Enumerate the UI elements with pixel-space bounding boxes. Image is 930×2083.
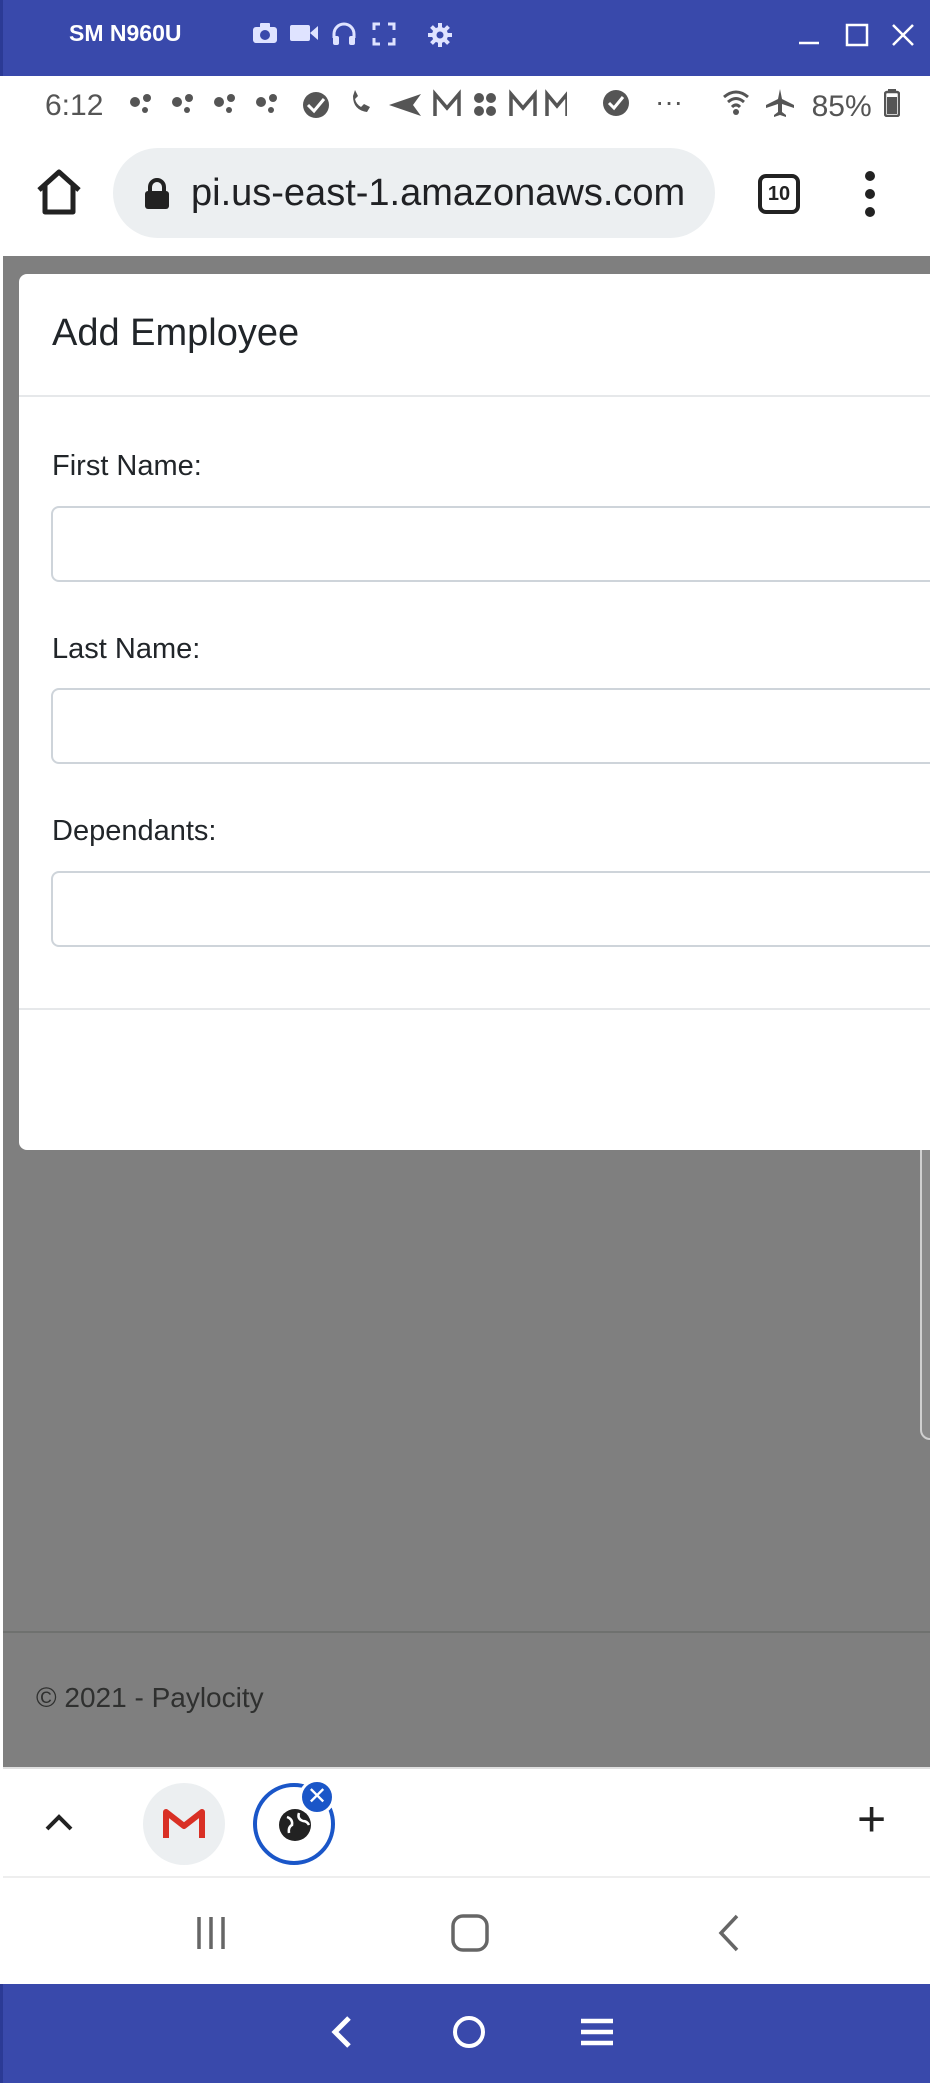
gmail-tab-icon[interactable]	[143, 1783, 225, 1865]
close-icon[interactable]	[883, 18, 923, 58]
chevron-up-icon[interactable]	[41, 1805, 77, 1841]
new-tab-button[interactable]: +	[857, 1789, 886, 1849]
footer-divider	[3, 1631, 930, 1633]
status-time: 6:12	[45, 89, 104, 122]
back-button-icon[interactable]	[321, 2010, 365, 2054]
camera-icon[interactable]	[250, 22, 280, 52]
add-employee-modal: Add Employee First Name: Last Name: Depe…	[19, 274, 930, 1150]
url-text[interactable]: pi.us-east-1.amazonaws.com	[191, 172, 711, 215]
back-nav-icon[interactable]	[705, 1908, 755, 1958]
emulator-control-bar	[0, 1984, 930, 2083]
tab-switcher-button[interactable]: 10	[758, 174, 800, 214]
battery-icon	[883, 89, 901, 125]
more-options-icon[interactable]	[855, 164, 885, 224]
airplane-icon	[765, 88, 795, 126]
fullscreen-icon[interactable]	[369, 22, 399, 52]
modal-footer-divider	[19, 1008, 930, 1010]
notification-icons	[127, 88, 569, 129]
headphones-icon[interactable]	[329, 22, 359, 52]
dependants-label: Dependants:	[52, 815, 217, 847]
home-nav-icon[interactable]	[445, 1908, 495, 1958]
address-bar[interactable]: pi.us-east-1.amazonaws.com	[113, 148, 715, 238]
home-icon[interactable]	[31, 164, 87, 220]
last-name-input[interactable]	[51, 688, 930, 764]
status-right: 85%	[722, 88, 901, 126]
more-notifications: ···	[655, 86, 683, 117]
window-title: SM N960U	[69, 20, 182, 46]
video-icon[interactable]	[289, 22, 319, 52]
modal-header: Add Employee	[19, 274, 930, 397]
home-button-icon[interactable]	[447, 2010, 491, 2054]
maximize-icon[interactable]	[837, 18, 877, 58]
close-tab-icon[interactable]: ✕	[299, 1779, 335, 1815]
window-title-bar: SM N960U	[0, 0, 930, 76]
browser-toolbar: pi.us-east-1.amazonaws.com 10	[3, 134, 930, 256]
dependants-input[interactable]	[51, 871, 930, 947]
battery-percent: 85%	[811, 90, 872, 123]
check-circle-icon	[601, 88, 631, 123]
minimize-icon[interactable]	[789, 18, 829, 58]
status-bar: 6:12 ··· 85%	[3, 76, 930, 134]
settings-icon[interactable]	[425, 22, 455, 52]
menu-button-icon[interactable]	[575, 2010, 619, 2054]
first-name-input[interactable]	[51, 506, 930, 582]
wifi-icon	[722, 88, 749, 126]
footer-copyright: © 2021 - Paylocity	[36, 1682, 264, 1713]
bottom-tab-bar: ✕ +	[3, 1767, 930, 1876]
globe-icon	[279, 1809, 311, 1841]
recent-apps-icon[interactable]	[186, 1908, 236, 1958]
lock-icon	[143, 178, 171, 210]
modal-title: Add Employee	[52, 312, 300, 354]
first-name-label: First Name:	[52, 450, 202, 482]
android-nav-bar	[3, 1876, 930, 1984]
last-name-label: Last Name:	[52, 633, 201, 665]
